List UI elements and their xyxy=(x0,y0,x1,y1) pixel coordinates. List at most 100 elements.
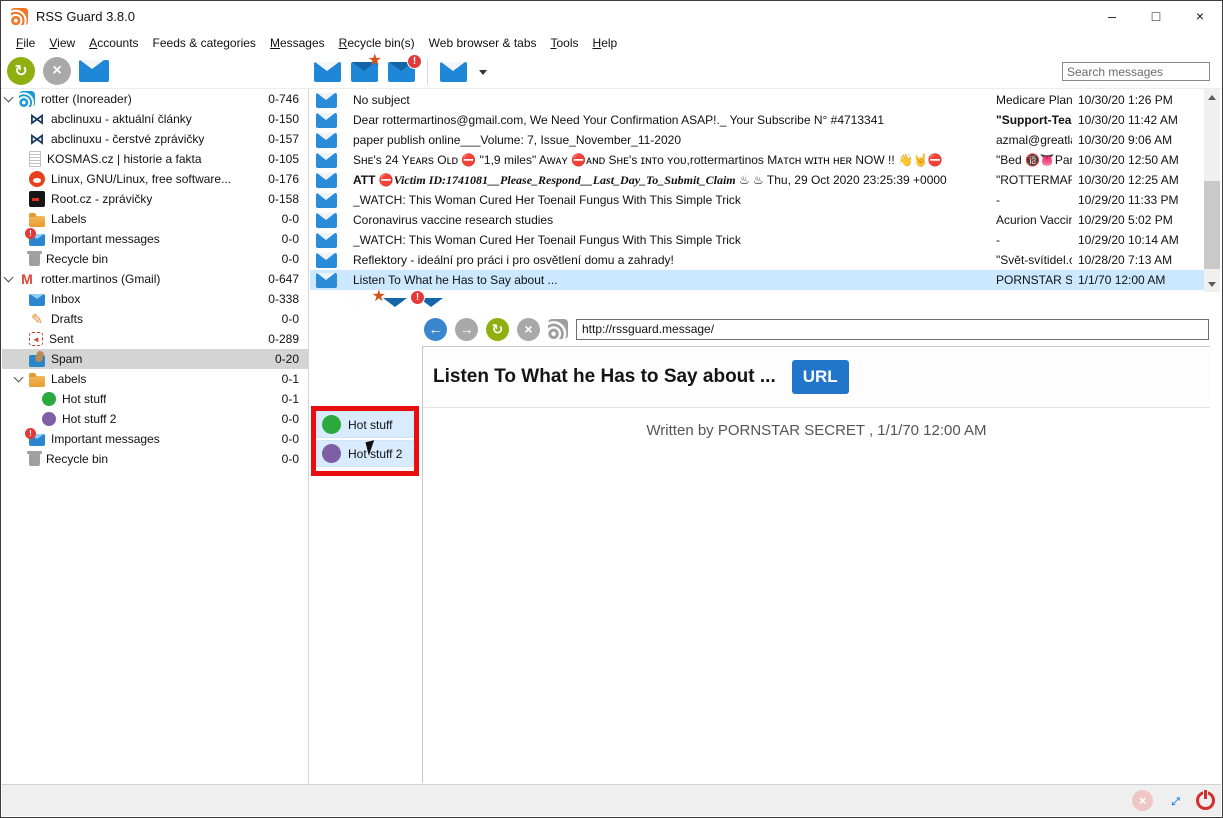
feed-row-drafts[interactable]: ✎Drafts0-0 xyxy=(2,309,308,329)
envelope-open-icon[interactable] xyxy=(314,62,341,82)
message-row[interactable]: Reflektory - ideální pro práci i pro osv… xyxy=(310,250,1204,270)
feed-row-rotter-inoreader-[interactable]: rotter (Inoreader)0-746 xyxy=(2,89,308,109)
menu-item-tools[interactable]: Tools xyxy=(544,34,586,52)
feed-row-hot-stuff[interactable]: Hot stuff0-1 xyxy=(2,389,308,409)
chevron-expanded-icon[interactable] xyxy=(4,93,14,103)
message-row[interactable]: Coronavirus vaccine research studiesAcur… xyxy=(310,210,1204,230)
feed-row-recycle-bin[interactable]: Recycle bin0-0 xyxy=(2,249,308,269)
feed-unread-count: 0-1 xyxy=(282,372,308,386)
message-row[interactable]: _WATCH: This Woman Cured Her Toenail Fun… xyxy=(310,190,1204,210)
envelope-dropdown-icon[interactable] xyxy=(440,62,467,82)
menu-item-feeds-categories[interactable]: Feeds & categories xyxy=(146,34,263,52)
stop-icon[interactable]: × xyxy=(43,57,71,85)
url-button[interactable]: URL xyxy=(792,360,849,394)
inoreader-icon xyxy=(19,91,35,107)
preview-side-toolbar: ★ ! Hot stuffHot stuff 2 xyxy=(310,298,422,784)
stop-icon[interactable]: × xyxy=(517,318,540,341)
fullscreen-icon[interactable]: ↔ xyxy=(1160,786,1189,815)
scroll-down-icon[interactable] xyxy=(1204,276,1220,292)
message-row[interactable]: _WATCH: This Woman Cured Her Toenail Fun… xyxy=(310,230,1204,250)
scrollbar-thumb[interactable] xyxy=(1204,181,1220,269)
feed-row-rotter-martinos-gmail-[interactable]: Mrotter.martinos (Gmail)0-647 xyxy=(2,269,308,289)
refresh-icon[interactable]: ↻ xyxy=(7,57,35,85)
feed-row-important-messages[interactable]: Important messages0-0 xyxy=(2,429,308,449)
menu-item-help[interactable]: Help xyxy=(586,34,625,52)
feed-unread-count: 0-0 xyxy=(282,452,308,466)
feed-label: Inbox xyxy=(51,292,80,306)
feed-row-kosmas-cz-historie-a-fakta[interactable]: KOSMAS.cz | historie a fakta0-105 xyxy=(2,149,308,169)
star-badge-icon: ★ xyxy=(372,289,386,305)
trash-icon xyxy=(29,454,40,466)
menu-item-view[interactable]: View xyxy=(42,34,82,52)
message-subject: _WATCH: This Woman Cured Her Toenail Fun… xyxy=(353,193,990,207)
message-subject: Listen To What he Has to Say about ... xyxy=(353,273,990,287)
message-date: 10/30/20 12:50 AM xyxy=(1072,153,1204,167)
feed-row-labels[interactable]: Labels0-0 xyxy=(2,209,308,229)
feed-unread-count: 0-289 xyxy=(268,332,308,346)
chevron-expanded-icon[interactable] xyxy=(14,373,24,383)
message-row[interactable]: Sʜᴇ's 24 Yᴇᴀʀs Oʟᴅ ⛔ "1,9 miles" Aᴡᴀʏ ⛔ᴀ… xyxy=(310,150,1204,170)
feed-label: Drafts xyxy=(51,312,83,326)
label-chip-hot-stuff[interactable]: Hot stuff xyxy=(316,411,414,438)
feed-row-abclinuxu-erstv-zpr-vi-ky[interactable]: ⋈abclinuxu - čerstvé zprávičky0-157 xyxy=(2,129,308,149)
feed-unread-count: 0-0 xyxy=(282,212,308,226)
sent-icon: ◄ xyxy=(29,332,43,346)
feed-row-abclinuxu-aktu-ln-l-nky[interactable]: ⋈abclinuxu - aktuální články0-150 xyxy=(2,109,308,129)
feed-row-labels[interactable]: Labels0-1 xyxy=(2,369,308,389)
feed-unread-count: 0-150 xyxy=(268,112,308,126)
message-toolbar: ★ ! xyxy=(314,59,487,85)
feed-unread-count: 0-338 xyxy=(268,292,308,306)
forward-icon[interactable]: → xyxy=(455,318,478,341)
back-icon[interactable]: ← xyxy=(424,318,447,341)
unread-envelope-icon xyxy=(316,273,337,288)
feed-row-recycle-bin[interactable]: Recycle bin 0-0 xyxy=(2,449,308,469)
chevron-down-icon[interactable] xyxy=(479,70,487,75)
feed-row-hot-stuff-2[interactable]: Hot stuff 20-0 xyxy=(2,409,308,429)
message-row[interactable]: Dear rottermartinos@gmail.com, We Need Y… xyxy=(310,110,1204,130)
url-field[interactable] xyxy=(576,319,1209,340)
message-subject: No subject xyxy=(353,93,990,107)
feed-row-sent[interactable]: ◄Sent0-289 xyxy=(2,329,308,349)
minimize-button[interactable]: – xyxy=(1090,2,1134,30)
folder-icon xyxy=(29,376,45,387)
label-purple-icon xyxy=(42,412,56,426)
menu-item-web-browser-tabs[interactable]: Web browser & tabs xyxy=(422,34,544,52)
menu-item-recycle-bin-s-[interactable]: Recycle bin(s) xyxy=(332,34,422,52)
menu-item-messages[interactable]: Messages xyxy=(263,34,332,52)
gmail-icon: M xyxy=(19,271,35,287)
refresh-icon[interactable]: ↻ xyxy=(486,318,509,341)
menu-item-file[interactable]: File xyxy=(9,34,42,52)
chevron-expanded-icon[interactable] xyxy=(4,273,14,283)
feed-row-spam[interactable]: Spam0-20 xyxy=(2,349,308,369)
message-row[interactable]: paper publish online___Volume: 7, Issue_… xyxy=(310,130,1204,150)
envelope-alert-icon[interactable]: ! xyxy=(388,62,415,82)
close-disabled-icon: × xyxy=(1132,790,1153,811)
feed-unread-count: 0-746 xyxy=(268,92,308,106)
scroll-up-icon[interactable] xyxy=(1204,89,1220,105)
maximize-button[interactable]: □ xyxy=(1134,2,1178,30)
feed-label: Important messages xyxy=(51,432,160,446)
feed-row-root-cz-zpr-vi-ky[interactable]: Root.cz - zprávičky0-158 xyxy=(2,189,308,209)
feed-row-important-messages[interactable]: Important messages0-0 xyxy=(2,229,308,249)
feed-label: KOSMAS.cz | historie a fakta xyxy=(47,152,202,166)
feed-row-inbox[interactable]: Inbox 0-338 xyxy=(2,289,308,309)
feed-label: Recycle bin xyxy=(46,252,108,266)
menu-item-accounts[interactable]: Accounts xyxy=(82,34,145,52)
message-row[interactable]: Listen To What he Has to Say about ...PO… xyxy=(310,270,1204,290)
message-date: 10/30/20 12:25 AM xyxy=(1072,173,1204,187)
message-row[interactable]: ATT ⛔Victim ID:1741081__Please_Respond__… xyxy=(310,170,1204,190)
mark-read-envelope-icon[interactable] xyxy=(79,60,109,82)
feed-unread-count: 0-158 xyxy=(268,192,308,206)
unread-envelope-icon xyxy=(316,113,337,128)
search-input[interactable] xyxy=(1062,62,1210,81)
unread-envelope-icon xyxy=(316,193,337,208)
message-row[interactable]: No subjectMedicare Plan <e...10/30/20 1:… xyxy=(310,90,1204,110)
feed-row-linux-gnu-linux-free-software-[interactable]: Linux, GNU/Linux, free software...0-176 xyxy=(2,169,308,189)
close-button[interactable]: × xyxy=(1178,2,1222,30)
envelope-star-icon[interactable]: ★ xyxy=(351,62,378,82)
feed-label: Spam xyxy=(51,352,82,366)
feed-unread-count: 0-1 xyxy=(282,392,308,406)
message-list-scrollbar[interactable] xyxy=(1204,89,1220,292)
feed-label: Recycle bin xyxy=(46,452,108,466)
power-icon[interactable] xyxy=(1196,791,1215,810)
